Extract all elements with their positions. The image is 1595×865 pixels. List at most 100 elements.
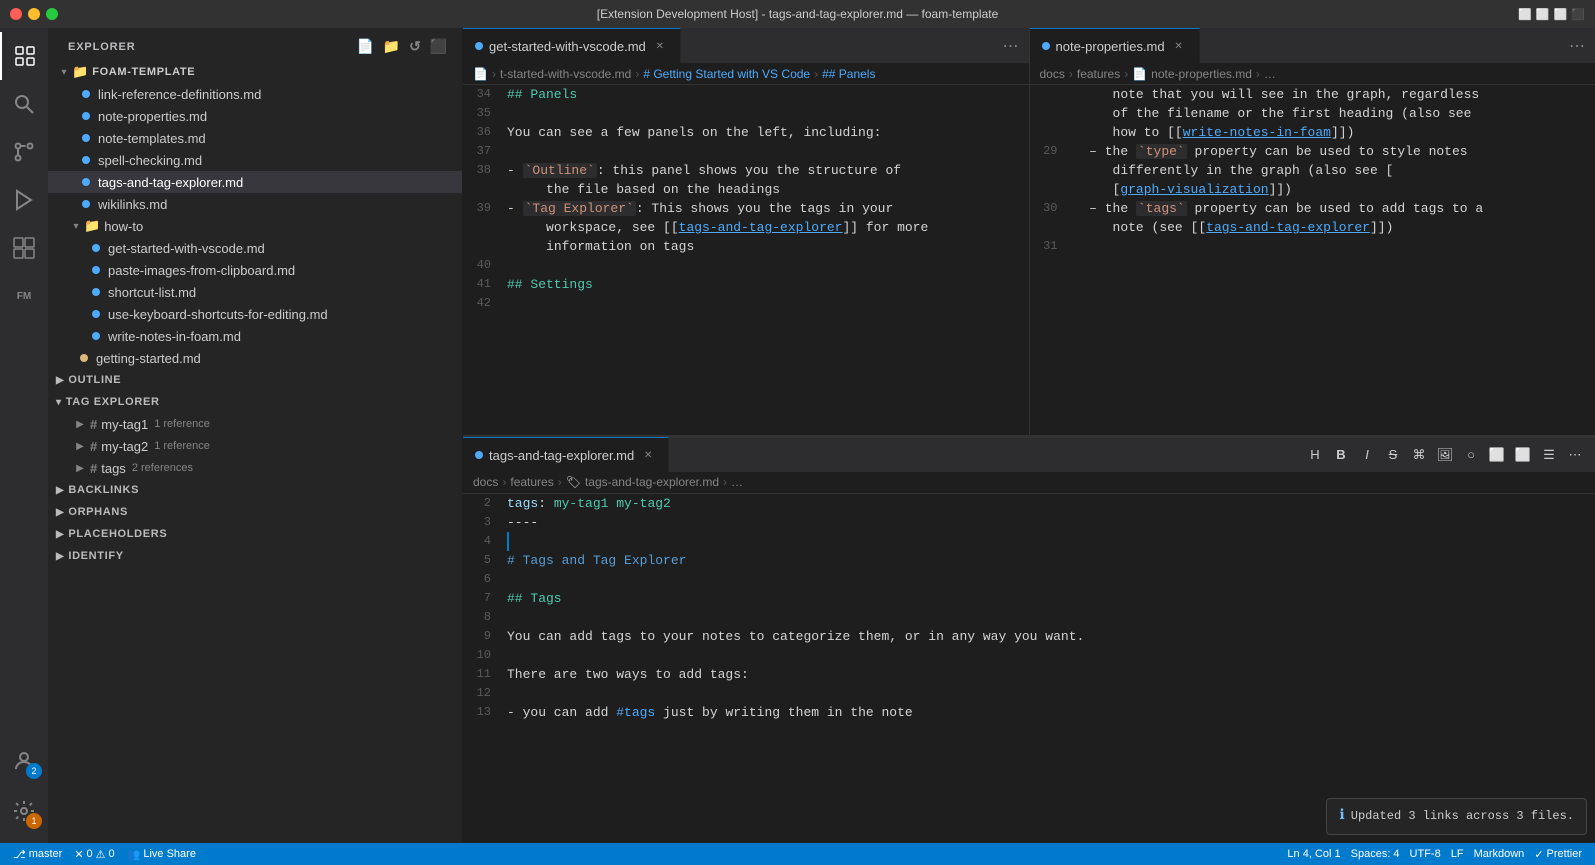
status-language[interactable]: Markdown bbox=[1469, 848, 1530, 860]
breadcrumb-docs[interactable]: docs bbox=[1040, 67, 1065, 81]
activity-run[interactable] bbox=[0, 176, 48, 224]
settings-badge: 1 bbox=[26, 813, 42, 829]
toolbar-split-view2[interactable]: ⬜ bbox=[1511, 444, 1535, 466]
file-write-notes[interactable]: write-notes-in-foam.md bbox=[48, 325, 462, 347]
activity-bar: FM 2 1 bbox=[0, 28, 48, 843]
tag-my-tag2[interactable]: ▶ # my-tag2 1 reference bbox=[48, 435, 462, 457]
file-paste-images[interactable]: paste-images-from-clipboard.md bbox=[48, 259, 462, 281]
tag-explorer-section[interactable]: ▾ TAG EXPLORER bbox=[48, 391, 462, 413]
toolbar-b[interactable]: B bbox=[1329, 444, 1353, 466]
breadcrumb-features-bottom[interactable]: features bbox=[510, 475, 553, 489]
md-toolbar: H B I S ⌘ 🖼 ○ ⬜ ⬜ ☰ ⋯ bbox=[1303, 444, 1595, 466]
breadcrumb-note-properties[interactable]: 📄 bbox=[1132, 67, 1147, 81]
breadcrumb-docs-bottom[interactable]: docs bbox=[473, 475, 498, 489]
file-note-templates[interactable]: note-templates.md bbox=[48, 127, 462, 149]
file-getting-started[interactable]: getting-started.md bbox=[48, 347, 462, 369]
file-wikilinks[interactable]: wikilinks.md bbox=[48, 193, 462, 215]
refresh-icon[interactable]: ↺ bbox=[407, 36, 424, 57]
activity-foam[interactable]: FM bbox=[0, 272, 48, 320]
status-errors[interactable]: ✕ 0 ⚠ 0 bbox=[69, 843, 119, 865]
tab-get-started[interactable]: get-started-with-vscode.md ✕ bbox=[463, 28, 681, 63]
status-line-ending[interactable]: LF bbox=[1446, 848, 1469, 860]
close-tab-icon[interactable]: ✕ bbox=[1171, 38, 1187, 54]
breadcrumb-note-properties-name[interactable]: note-properties.md bbox=[1151, 67, 1252, 81]
breadcrumb-item-3[interactable]: # Getting Started with VS Code bbox=[643, 67, 810, 81]
activity-accounts[interactable]: 2 bbox=[0, 737, 48, 785]
foam-template-folder[interactable]: ▾ 📁 FOAM-TEMPLATE bbox=[48, 61, 462, 83]
file-keyboard-shortcuts[interactable]: use-keyboard-shortcuts-for-editing.md bbox=[48, 303, 462, 325]
toolbar-strikethrough[interactable]: S bbox=[1381, 444, 1405, 466]
tag-my-tag1[interactable]: ▶ # my-tag1 1 reference bbox=[48, 413, 462, 435]
encoding-text: UTF-8 bbox=[1410, 848, 1441, 860]
line-ending-text: LF bbox=[1451, 848, 1464, 860]
activity-search[interactable] bbox=[0, 80, 48, 128]
outline-section[interactable]: ▶ OUTLINE bbox=[48, 369, 462, 391]
tab-more-right-icon[interactable]: ⋯ bbox=[1559, 36, 1595, 56]
tab-tags-explorer-bottom[interactable]: tags-and-tag-explorer.md ✕ bbox=[463, 437, 669, 472]
close-button[interactable] bbox=[10, 8, 22, 20]
close-tab-icon[interactable]: ✕ bbox=[652, 38, 668, 54]
status-position[interactable]: Ln 4, Col 1 bbox=[1282, 848, 1345, 860]
tag-tags[interactable]: ▶ # tags 2 references bbox=[48, 457, 462, 479]
bottom-editor-content[interactable]: 2 tags: my-tag1 my-tag2 3 ---- 4 5 # Tag… bbox=[463, 494, 1595, 844]
identify-label: IDENTIFY bbox=[68, 550, 123, 562]
file-tree: ▾ 📁 FOAM-TEMPLATE link-reference-definit… bbox=[48, 61, 462, 843]
file-shortcut-list[interactable]: shortcut-list.md bbox=[48, 281, 462, 303]
status-spaces[interactable]: Spaces: 4 bbox=[1346, 848, 1405, 860]
editor-line: 11 There are two ways to add tags: bbox=[463, 665, 1595, 684]
status-right: Ln 4, Col 1 Spaces: 4 UTF-8 LF Markdown … bbox=[1282, 848, 1587, 861]
activity-settings[interactable]: 1 bbox=[0, 787, 48, 835]
toolbar-circle[interactable]: ○ bbox=[1459, 444, 1483, 466]
minimize-button[interactable] bbox=[28, 8, 40, 20]
breadcrumb-item-1[interactable]: 📄 bbox=[473, 67, 488, 81]
status-live-share[interactable]: 👥 Live Share bbox=[122, 843, 201, 865]
file-get-started[interactable]: get-started-with-vscode.md bbox=[48, 237, 462, 259]
new-file-icon[interactable]: 📄 bbox=[354, 36, 376, 57]
top-left-editor: get-started-with-vscode.md ✕ ⋯ 📄 › t-sta… bbox=[463, 28, 1029, 435]
breadcrumb-item-4[interactable]: ## Panels bbox=[822, 67, 875, 81]
toolbar-code[interactable]: ⌘ bbox=[1407, 444, 1431, 466]
file-wikilinks-label: wikilinks.md bbox=[98, 197, 167, 212]
status-encoding[interactable]: UTF-8 bbox=[1405, 848, 1446, 860]
breadcrumb-tags-file[interactable]: tags-and-tag-explorer.md bbox=[585, 475, 719, 489]
breadcrumb-ellipsis[interactable]: … bbox=[1264, 67, 1276, 81]
toolbar-h[interactable]: H bbox=[1303, 444, 1327, 466]
placeholders-section[interactable]: ▶ PLACEHOLDERS bbox=[48, 523, 462, 545]
toolbar-i[interactable]: I bbox=[1355, 444, 1379, 466]
orphans-section[interactable]: ▶ ORPHANS bbox=[48, 501, 462, 523]
activity-explorer[interactable] bbox=[0, 32, 48, 80]
breadcrumb-features[interactable]: features bbox=[1077, 67, 1120, 81]
collapse-icon[interactable]: ⬛ bbox=[428, 36, 450, 57]
activity-extensions[interactable] bbox=[0, 224, 48, 272]
top-right-editor-content[interactable]: note that you will see in the graph, reg… bbox=[1030, 85, 1595, 435]
live-share-icon: 👥 bbox=[127, 848, 141, 861]
file-tags-explorer[interactable]: tags-and-tag-explorer.md bbox=[48, 171, 462, 193]
backlinks-section[interactable]: ▶ BACKLINKS bbox=[48, 479, 462, 501]
file-note-templates-label: note-templates.md bbox=[98, 131, 206, 146]
how-to-folder[interactable]: ▾ 📁 how-to bbox=[48, 215, 462, 237]
status-prettier[interactable]: ✓ Prettier bbox=[1529, 848, 1587, 861]
toolbar-columns[interactable]: ☰ bbox=[1537, 444, 1561, 466]
breadcrumb-item-2[interactable]: t-started-with-vscode.md bbox=[500, 67, 631, 81]
activity-source-control[interactable] bbox=[0, 128, 48, 176]
file-link-reference[interactable]: link-reference-definitions.md bbox=[48, 83, 462, 105]
tab-more-icon[interactable]: ⋯ bbox=[993, 36, 1029, 56]
file-note-properties[interactable]: note-properties.md bbox=[48, 105, 462, 127]
editor-line: 8 bbox=[463, 608, 1595, 627]
identify-section[interactable]: ▶ IDENTIFY bbox=[48, 545, 462, 567]
toolbar-image[interactable]: 🖼 bbox=[1433, 444, 1457, 466]
bottom-tab-bar: tags-and-tag-explorer.md ✕ H B I S ⌘ 🖼 ○… bbox=[463, 437, 1595, 472]
tab-note-properties[interactable]: note-properties.md ✕ bbox=[1030, 28, 1200, 63]
editor-line: 5 # Tags and Tag Explorer bbox=[463, 551, 1595, 570]
toolbar-more[interactable]: ⋯ bbox=[1563, 444, 1587, 466]
close-tab-icon[interactable]: ✕ bbox=[640, 447, 656, 463]
file-spell-checking[interactable]: spell-checking.md bbox=[48, 149, 462, 171]
top-left-editor-content[interactable]: 34 ## Panels 35 36 You can see a few pan… bbox=[463, 85, 1029, 435]
toolbar-split-view[interactable]: ⬜ bbox=[1485, 444, 1509, 466]
breadcrumb-file-icon-bottom[interactable]: 🏷 bbox=[566, 475, 581, 489]
breadcrumb-ellipsis-bottom[interactable]: … bbox=[731, 475, 743, 489]
editor-line: 34 ## Panels bbox=[463, 85, 1029, 104]
maximize-button[interactable] bbox=[46, 8, 58, 20]
status-branch[interactable]: ⎇ master bbox=[8, 843, 67, 865]
new-folder-icon[interactable]: 📁 bbox=[381, 36, 403, 57]
